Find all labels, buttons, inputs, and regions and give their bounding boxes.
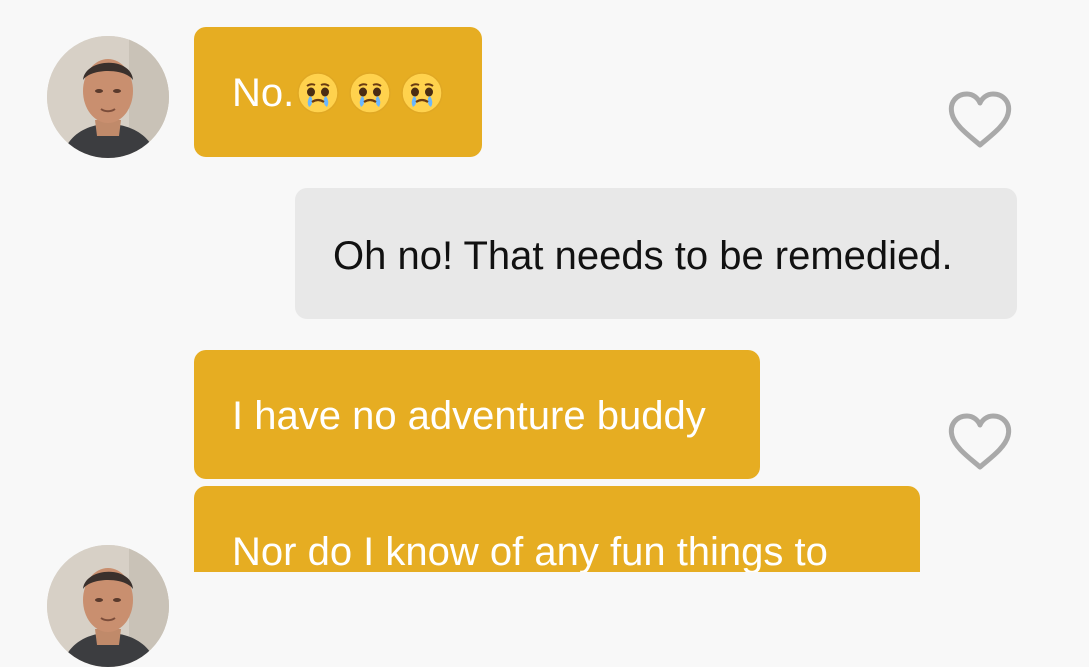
message-bubble[interactable]: Oh no! That needs to be remedied. [295, 188, 1017, 319]
message-bubble[interactable]: Nor do I know of any fun things to [194, 486, 920, 572]
message-text: I have no adventure buddy [232, 394, 706, 438]
crying-face-emoji [297, 72, 339, 114]
emoji-row [296, 71, 444, 115]
message-text: Oh no! That needs to be remedied. [333, 234, 953, 278]
avatar[interactable] [47, 545, 169, 667]
crying-face-emoji [349, 72, 391, 114]
heart-outline-icon[interactable] [947, 90, 1013, 150]
heart-outline-icon[interactable] [947, 412, 1013, 472]
message-bubble[interactable]: I have no adventure buddy [194, 350, 760, 479]
message-text: No. [232, 71, 295, 115]
message-bubble[interactable]: No. [194, 27, 482, 157]
message-text: Nor do I know of any fun things to [232, 530, 828, 572]
crying-face-emoji [401, 72, 443, 114]
avatar[interactable] [47, 36, 169, 158]
